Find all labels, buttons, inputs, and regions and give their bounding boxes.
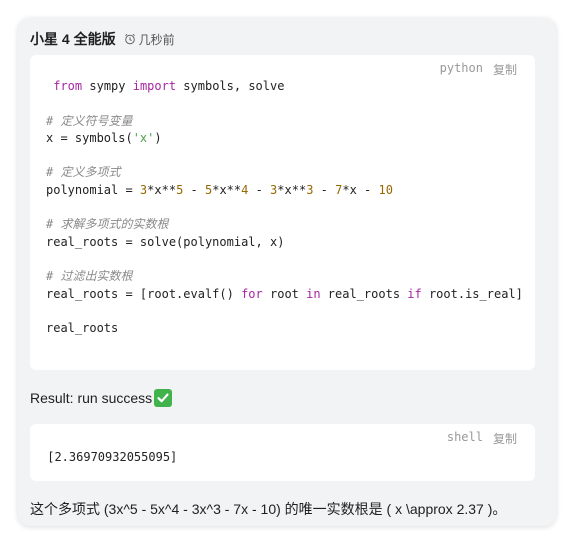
run-result: Result: run success	[30, 388, 173, 408]
copy-code-button[interactable]: 复制	[493, 61, 517, 78]
code-token: 10	[378, 182, 393, 197]
timestamp: 几秒前	[124, 31, 175, 48]
run-result-text: Result: run success	[30, 390, 153, 406]
code-token: # 过滤出实数根	[46, 269, 133, 284]
output-block: shell 复制 [2.36970932055095]	[30, 424, 535, 481]
code-line: x = symbols('x')	[46, 130, 523, 147]
code-token: root	[262, 286, 307, 301]
code-token: *x**	[212, 182, 242, 197]
code-line: # 定义多项式	[46, 164, 523, 181]
check-mark-icon	[154, 389, 173, 407]
timestamp-text: 几秒前	[138, 32, 175, 47]
code-token: x = symbols(	[46, 130, 133, 145]
code-toolbar: python 复制	[440, 61, 517, 78]
code-line: real_roots = solve(polynomial, x)	[46, 234, 523, 251]
code-token: symbols, solve	[176, 79, 285, 93]
code-token: import	[132, 79, 177, 93]
copy-output-button[interactable]: 复制	[493, 430, 517, 447]
code-token: -	[248, 182, 271, 197]
code-token: # 定义多项式	[46, 165, 121, 180]
message-header: 小星 4 全能版 几秒前	[30, 29, 175, 49]
clock-icon	[124, 33, 136, 45]
code-token: polynomial =	[46, 182, 140, 197]
code-token: *x**	[277, 182, 307, 197]
code-token: real_roots	[320, 286, 408, 301]
code-line: polynomial = 3*x**5 - 5*x**4 - 3*x**3 - …	[46, 182, 523, 199]
code-line: real_roots	[46, 320, 523, 337]
code-line: from sympy import symbols, solve	[46, 78, 523, 95]
output-language-label: shell	[446, 430, 483, 444]
code-token: root.is_real]	[421, 286, 523, 301]
code-token: for	[241, 286, 263, 301]
output-toolbar: shell 复制	[447, 430, 517, 447]
code-token: # 定义符号变量	[46, 113, 133, 128]
output-content: [2.36970932055095]	[40, 450, 178, 464]
code-token: *x**	[147, 182, 177, 197]
code-line: real_roots = [root.evalf() for root in r…	[46, 286, 523, 303]
code-token: real_roots	[46, 321, 119, 336]
code-token: -	[313, 182, 336, 197]
code-language-label: python	[439, 61, 483, 75]
answer-text: 这个多项式 (3x^5 - 5x^4 - 3x^3 - 7x - 10) 的唯一…	[30, 501, 507, 517]
code-token: # 求解多项式的实数根	[46, 217, 169, 232]
code-token: *x -	[342, 182, 379, 197]
code-token: -	[183, 182, 205, 197]
code-token: 'x'	[132, 130, 155, 145]
message-card: 小星 4 全能版 几秒前 python 复制 from sympy import…	[18, 18, 556, 526]
code-token: )	[154, 130, 162, 145]
sender-name: 小星 4 全能版	[30, 31, 116, 47]
code-token: real_roots = [root.evalf()	[46, 286, 242, 301]
code-token: real_roots = solve(polynomial, x)	[46, 234, 285, 249]
code-token: sympy	[82, 79, 133, 93]
code-line: # 求解多项式的实数根	[46, 216, 523, 233]
code-token: in	[306, 286, 321, 301]
code-block: python 复制 from sympy import symbols, sol…	[30, 55, 535, 370]
code-token: if	[407, 286, 422, 301]
code-content: from sympy import symbols, solve # 定义符号变量…	[46, 78, 523, 337]
code-line: # 定义符号变量	[46, 113, 523, 130]
code-line: # 过滤出实数根	[46, 268, 523, 285]
code-token: from	[53, 79, 83, 93]
